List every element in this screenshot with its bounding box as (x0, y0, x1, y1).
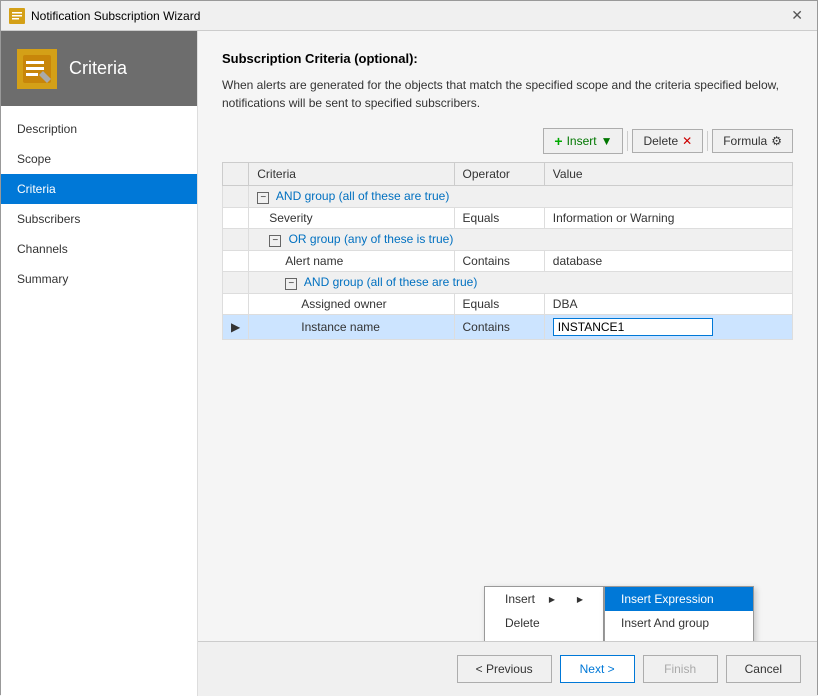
submenu-insert-or-group[interactable]: Insert Or Group (605, 635, 753, 641)
table-row[interactable]: − AND group (all of these are true) (223, 272, 793, 294)
table-row[interactable]: Assigned owner Equals DBA (223, 294, 793, 315)
formula-button[interactable]: Formula ⚙ (712, 129, 793, 153)
arrow-cell (223, 251, 249, 272)
arrow-cell (223, 229, 249, 251)
criteria-cell: Instance name (249, 315, 454, 340)
arrow-cell: ▶ (223, 315, 249, 340)
plus-icon: + (554, 133, 562, 149)
value-cell (544, 315, 792, 340)
col-criteria: Criteria (249, 163, 454, 186)
toolbar-separator-2 (707, 131, 708, 151)
operator-cell: Equals (454, 208, 544, 229)
sidebar-item-criteria[interactable]: Criteria (1, 174, 197, 204)
formula-icon: ⚙ (771, 134, 782, 148)
value-cell: database (544, 251, 792, 272)
context-menu-delete[interactable]: Delete (485, 611, 603, 635)
nav-items: Description Scope Criteria Subscribers C… (1, 106, 197, 696)
expand-icon[interactable]: − (257, 192, 269, 204)
table-row[interactable]: − AND group (all of these are true) (223, 186, 793, 208)
sidebar-item-subscribers[interactable]: Subscribers (1, 204, 197, 234)
operator-cell: Contains (454, 315, 544, 340)
criteria-cell: Severity (249, 208, 454, 229)
title-bar-left: Notification Subscription Wizard (9, 8, 200, 24)
criteria-cell: Assigned owner (249, 294, 454, 315)
arrow-cell (223, 186, 249, 208)
submenu-arrow-icon: ▶ (549, 595, 555, 604)
criteria-icon (17, 49, 57, 89)
toolbar-separator-1 (627, 131, 628, 151)
delete-button[interactable]: Delete ✕ (632, 129, 703, 153)
criteria-cell: Alert name (249, 251, 454, 272)
previous-button[interactable]: < Previous (457, 655, 552, 683)
arrow-cell (223, 294, 249, 315)
table-row[interactable]: ▶ Instance name Contains (223, 315, 793, 340)
operator-cell: Equals (454, 294, 544, 315)
submenu-insert-expression[interactable]: Insert Expression (605, 587, 753, 611)
arrow-cell (223, 272, 249, 294)
submenu-insert-and-group[interactable]: Insert And group (605, 611, 753, 635)
criteria-toolbar: + Insert ▼ Delete ✕ Formula ⚙ (222, 128, 793, 154)
col-value: Value (544, 163, 792, 186)
main-container: Criteria Description Scope Criteria Subs… (1, 31, 817, 696)
content-body: Subscription Criteria (optional): When a… (198, 31, 817, 641)
sidebar-item-channels[interactable]: Channels (1, 234, 197, 264)
value-cell: Information or Warning (544, 208, 792, 229)
expand-icon[interactable]: − (269, 235, 281, 247)
footer: < Previous Next > Finish Cancel (198, 641, 817, 696)
context-menu: Insert ▶ Delete (484, 586, 604, 641)
insert-button[interactable]: + Insert ▼ (543, 128, 623, 154)
group-label: − OR group (any of these is true) (249, 229, 793, 251)
table-container: Criteria Operator Value (222, 162, 793, 340)
value-cell: DBA (544, 294, 792, 315)
operator-cell: Contains (454, 251, 544, 272)
group-label: − AND group (all of these are true) (249, 272, 793, 294)
group-label: − AND group (all of these are true) (249, 186, 793, 208)
window-title: Notification Subscription Wizard (31, 9, 200, 23)
context-menu-wrapper: Insert ▶ Delete Insert Expression Insert… (484, 586, 754, 641)
arrow-cell (223, 208, 249, 229)
expand-icon[interactable]: − (285, 278, 297, 290)
description-text: When alerts are generated for the object… (222, 76, 793, 112)
criteria-svg-icon (21, 53, 53, 85)
value-input[interactable] (553, 318, 713, 336)
table-header-row: Criteria Operator Value (223, 163, 793, 186)
col-arrow (223, 163, 249, 186)
section-title: Subscription Criteria (optional): (222, 51, 793, 66)
sidebar-item-scope[interactable]: Scope (1, 144, 197, 174)
col-operator: Operator (454, 163, 544, 186)
close-button[interactable]: ✕ (785, 5, 809, 26)
header-title: Criteria (69, 58, 127, 79)
table-row[interactable]: Severity Equals Information or Warning (223, 208, 793, 229)
submenu: Insert Expression Insert And group Inser… (604, 586, 754, 641)
context-menu-insert[interactable]: Insert ▶ (485, 587, 603, 611)
title-bar: Notification Subscription Wizard ✕ (1, 1, 817, 31)
criteria-table: Criteria Operator Value (222, 162, 793, 340)
insert-dropdown-icon: ▼ (601, 134, 613, 148)
cancel-button[interactable]: Cancel (726, 655, 801, 683)
sidebar: Criteria Description Scope Criteria Subs… (1, 31, 198, 696)
finish-button[interactable]: Finish (643, 655, 718, 683)
sidebar-item-summary[interactable]: Summary (1, 264, 197, 294)
delete-icon: ✕ (682, 134, 692, 148)
table-row[interactable]: − OR group (any of these is true) (223, 229, 793, 251)
table-row[interactable]: Alert name Contains database (223, 251, 793, 272)
content-area: Subscription Criteria (optional): When a… (198, 31, 817, 696)
next-button[interactable]: Next > (560, 655, 635, 683)
sidebar-item-description[interactable]: Description (1, 114, 197, 144)
header-banner: Criteria (1, 31, 197, 106)
app-icon (9, 8, 25, 24)
